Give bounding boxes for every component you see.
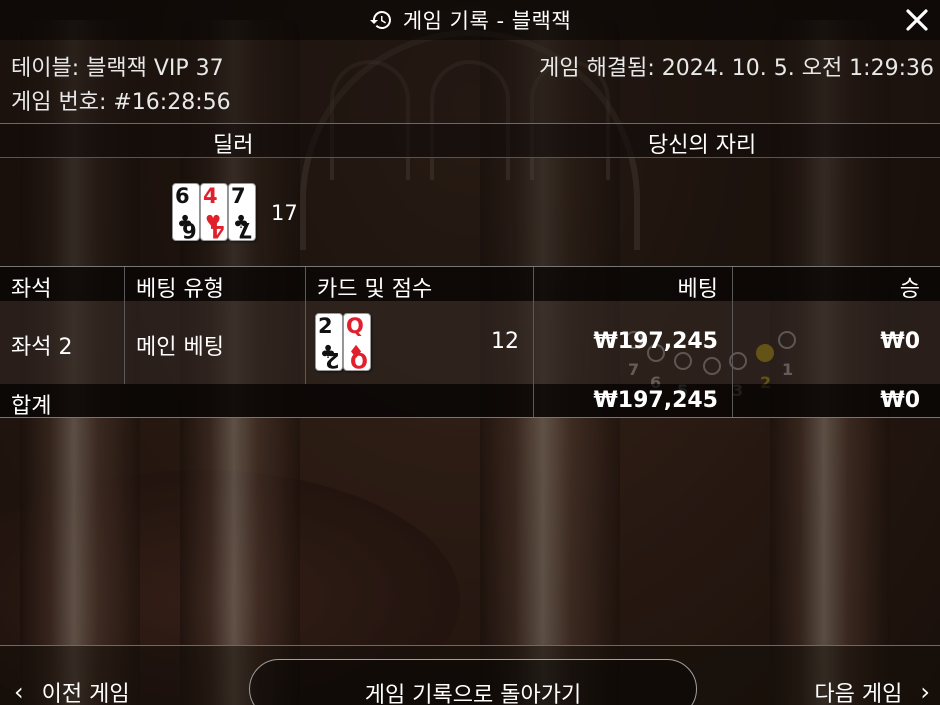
row-win: ₩0	[880, 329, 920, 354]
card-rank: Q	[346, 314, 364, 338]
playing-card: Q ♦ Q	[343, 313, 371, 371]
table-total-row: 합계 ₩197,245 ₩0	[0, 384, 940, 419]
card-rank: 7	[231, 184, 246, 208]
footer-nav: ‹ 이전 게임 게임 기록으로 돌아가기 다음 게임 ›	[0, 645, 940, 705]
playing-card: 6 ♣ 6	[172, 183, 200, 241]
history-icon	[369, 11, 391, 29]
row-seat: 좌석 2	[11, 335, 73, 360]
back-to-history-button[interactable]: 게임 기록으로 돌아가기	[249, 659, 697, 705]
game-number: 게임 번호: #16:28:56	[11, 90, 231, 115]
table-header: 좌석 베팅 유형 카드 및 점수 베팅 승	[0, 266, 940, 302]
col-bet: 베팅	[677, 277, 718, 302]
dealer-row: 6♣64♥47♣7 17 7654321	[0, 158, 940, 405]
player-score: 12	[491, 329, 519, 354]
total-label: 합계	[11, 394, 52, 419]
title-bar: 게임 기록 - 블랙잭	[0, 0, 940, 40]
card-rank-flipped: 7	[238, 218, 253, 241]
prev-game-label: 이전 게임	[41, 682, 130, 705]
col-bet-type: 베팅 유형	[136, 277, 224, 302]
next-game-button[interactable]: 다음 게임 ›	[814, 676, 930, 705]
table-name: 테이블: 블랙잭 VIP 37	[11, 56, 224, 81]
col-seat: 좌석	[11, 277, 52, 302]
table-row: 좌석 2 메인 베팅 2 ♣ 2 Q ♦ Q 12 ₩197,245 ₩0	[0, 301, 940, 384]
card-rank: 6	[175, 184, 190, 208]
total-bet: ₩197,245	[593, 388, 718, 413]
card-rank-flipped: Q	[350, 348, 368, 371]
playing-card: 4 ♥ 4	[200, 183, 228, 241]
prev-game-button[interactable]: ‹ 이전 게임	[14, 676, 130, 705]
page-title: 게임 기록 - 블랙잭	[402, 9, 572, 33]
chevron-right-icon: ›	[920, 678, 930, 705]
row-bet: ₩197,245	[593, 329, 718, 354]
col-cards-score: 카드 및 점수	[317, 277, 433, 302]
playing-card: 2 ♣ 2	[315, 313, 343, 371]
next-game-label: 다음 게임	[814, 682, 903, 705]
card-rank-flipped: 2	[325, 348, 340, 371]
dealer-header-row: 딜러 당신의 자리	[0, 123, 940, 158]
game-info: 테이블: 블랙잭 VIP 37 게임 번호: #16:28:56 게임 해결됨:…	[0, 40, 940, 123]
card-rank-flipped: 6	[182, 218, 197, 241]
your-seat-label: 당신의 자리	[648, 133, 757, 158]
card-rank: 4	[203, 184, 218, 208]
dealer-label: 딜러	[213, 133, 254, 158]
chevron-left-icon: ‹	[14, 678, 24, 705]
col-win: 승	[899, 277, 920, 302]
total-win: ₩0	[880, 388, 920, 413]
row-bet-type: 메인 베팅	[136, 335, 224, 360]
resolved-time: 게임 해결됨: 2024. 10. 5. 오전 1:29:36	[539, 56, 934, 81]
dealer-cards: 6 ♣ 6 4 ♥ 4 7 ♣ 7	[172, 183, 256, 241]
card-rank-flipped: 4	[210, 218, 225, 241]
playing-card: 7 ♣ 7	[228, 183, 256, 241]
player-cards: 2 ♣ 2 Q ♦ Q	[315, 313, 371, 371]
dealer-score: 17	[271, 201, 298, 225]
close-icon[interactable]	[902, 5, 932, 35]
card-rank: 2	[318, 314, 333, 338]
